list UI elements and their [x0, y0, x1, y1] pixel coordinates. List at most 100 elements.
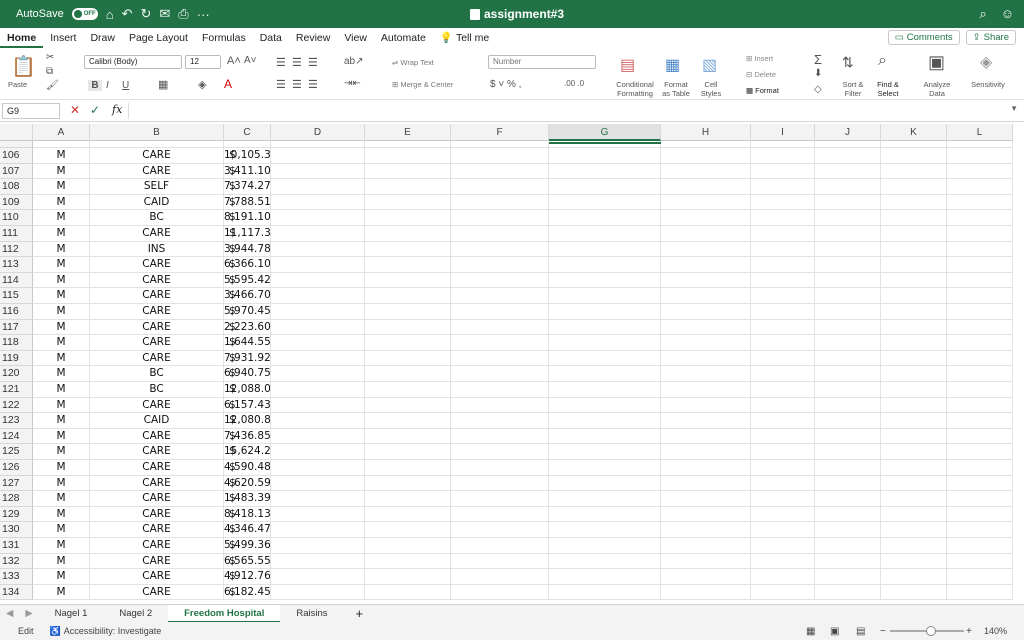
cell-b120[interactable]: BC: [90, 366, 224, 382]
empty-cell[interactable]: [271, 444, 365, 460]
empty-cell[interactable]: [271, 288, 365, 304]
empty-cell[interactable]: [815, 163, 881, 180]
cell-b109[interactable]: CAID: [90, 194, 224, 211]
empty-cell[interactable]: [947, 584, 1013, 601]
cancel-formula-icon[interactable]: ✕: [70, 103, 80, 117]
font-color-icon[interactable]: A: [224, 77, 232, 91]
empty-cell[interactable]: [661, 366, 751, 382]
partial-cell[interactable]: [33, 141, 90, 148]
tab-review[interactable]: Review: [289, 28, 337, 48]
partial-cell[interactable]: [815, 141, 881, 148]
empty-cell[interactable]: [661, 304, 751, 320]
redo-icon[interactable]: ↻: [140, 6, 151, 22]
empty-cell[interactable]: [751, 335, 815, 351]
empty-cell[interactable]: [661, 413, 751, 429]
empty-cell[interactable]: [661, 272, 751, 289]
empty-cell[interactable]: [271, 506, 365, 523]
tab-draw[interactable]: Draw: [83, 28, 122, 48]
empty-cell[interactable]: [661, 491, 751, 507]
empty-cell[interactable]: [751, 460, 815, 476]
cell-c116[interactable]: $5,970.45: [224, 304, 271, 320]
empty-cell[interactable]: [751, 538, 815, 554]
align-middle-icon[interactable]: ☰: [292, 56, 302, 69]
cell-c117[interactable]: $2,223.60: [224, 319, 271, 336]
row-header[interactable]: 113: [0, 257, 33, 273]
empty-cell[interactable]: [947, 413, 1013, 429]
cell-c107[interactable]: $3,411.10: [224, 163, 271, 180]
add-sheet-button[interactable]: +: [344, 606, 376, 621]
cell-styles-icon[interactable]: ▧: [702, 55, 717, 75]
column-header-g[interactable]: G: [549, 124, 661, 141]
document-title[interactable]: assignment#3: [470, 7, 564, 21]
row-header[interactable]: 129: [0, 506, 33, 523]
autosave-toggle[interactable]: OFF: [71, 8, 98, 20]
cell-c118[interactable]: $1,644.55: [224, 335, 271, 351]
empty-cell[interactable]: [365, 382, 451, 398]
cell-a111[interactable]: M: [33, 226, 90, 242]
empty-cell[interactable]: [661, 163, 751, 180]
empty-cell[interactable]: [815, 538, 881, 554]
empty-cell[interactable]: [815, 475, 881, 492]
partial-cell[interactable]: [661, 141, 751, 148]
empty-cell[interactable]: [661, 522, 751, 538]
row-header[interactable]: 124: [0, 428, 33, 445]
empty-cell[interactable]: [549, 304, 661, 320]
borders-icon[interactable]: ▦: [158, 78, 168, 91]
empty-cell[interactable]: [815, 288, 881, 304]
empty-cell[interactable]: [815, 350, 881, 367]
empty-cell[interactable]: [881, 569, 947, 585]
empty-cell[interactable]: [365, 272, 451, 289]
empty-cell[interactable]: [881, 350, 947, 367]
empty-cell[interactable]: [271, 335, 365, 351]
empty-cell[interactable]: [451, 413, 549, 429]
align-bottom-icon[interactable]: ☰: [308, 56, 318, 69]
empty-cell[interactable]: [549, 335, 661, 351]
empty-cell[interactable]: [549, 210, 661, 226]
empty-cell[interactable]: [365, 584, 451, 601]
empty-cell[interactable]: [815, 272, 881, 289]
empty-cell[interactable]: [751, 272, 815, 289]
partial-cell[interactable]: [751, 141, 815, 148]
empty-cell[interactable]: [751, 584, 815, 601]
empty-cell[interactable]: [365, 257, 451, 273]
empty-cell[interactable]: [751, 257, 815, 273]
empty-cell[interactable]: [947, 538, 1013, 554]
cell-a116[interactable]: M: [33, 304, 90, 320]
cell-b121[interactable]: BC: [90, 382, 224, 398]
enter-formula-icon[interactable]: ✓: [90, 103, 100, 117]
empty-cell[interactable]: [815, 397, 881, 414]
empty-cell[interactable]: [271, 428, 365, 445]
cell-c129[interactable]: $8,418.13: [224, 506, 271, 523]
cell-c115[interactable]: $3,466.70: [224, 288, 271, 304]
column-header-e[interactable]: E: [365, 124, 451, 141]
empty-cell[interactable]: [881, 241, 947, 258]
empty-cell[interactable]: [365, 366, 451, 382]
empty-cell[interactable]: [815, 506, 881, 523]
cell-c119[interactable]: $7,931.92: [224, 350, 271, 367]
empty-cell[interactable]: [815, 194, 881, 211]
row-header[interactable]: 127: [0, 475, 33, 492]
row-header[interactable]: 107: [0, 163, 33, 180]
empty-cell[interactable]: [815, 522, 881, 538]
empty-cell[interactable]: [549, 257, 661, 273]
increase-font-icon[interactable]: A˄: [227, 55, 241, 67]
empty-cell[interactable]: [365, 288, 451, 304]
align-top-icon[interactable]: ☰: [276, 56, 286, 69]
partial-cell[interactable]: [365, 141, 451, 148]
empty-cell[interactable]: [815, 226, 881, 242]
empty-cell[interactable]: [751, 179, 815, 195]
font-size-select[interactable]: 12: [185, 55, 221, 69]
cell-b127[interactable]: CARE: [90, 475, 224, 492]
empty-cell[interactable]: [815, 319, 881, 336]
account-icon[interactable]: ☺: [1001, 6, 1014, 22]
empty-cell[interactable]: [881, 272, 947, 289]
empty-cell[interactable]: [271, 350, 365, 367]
empty-cell[interactable]: [661, 460, 751, 476]
cell-a129[interactable]: M: [33, 506, 90, 523]
accessibility-status[interactable]: Accessibility: Investigate: [61, 626, 162, 636]
empty-cell[interactable]: [271, 257, 365, 273]
row-header[interactable]: 134: [0, 584, 33, 601]
column-header-l[interactable]: L: [947, 124, 1013, 141]
empty-cell[interactable]: [661, 350, 751, 367]
empty-cell[interactable]: [365, 569, 451, 585]
